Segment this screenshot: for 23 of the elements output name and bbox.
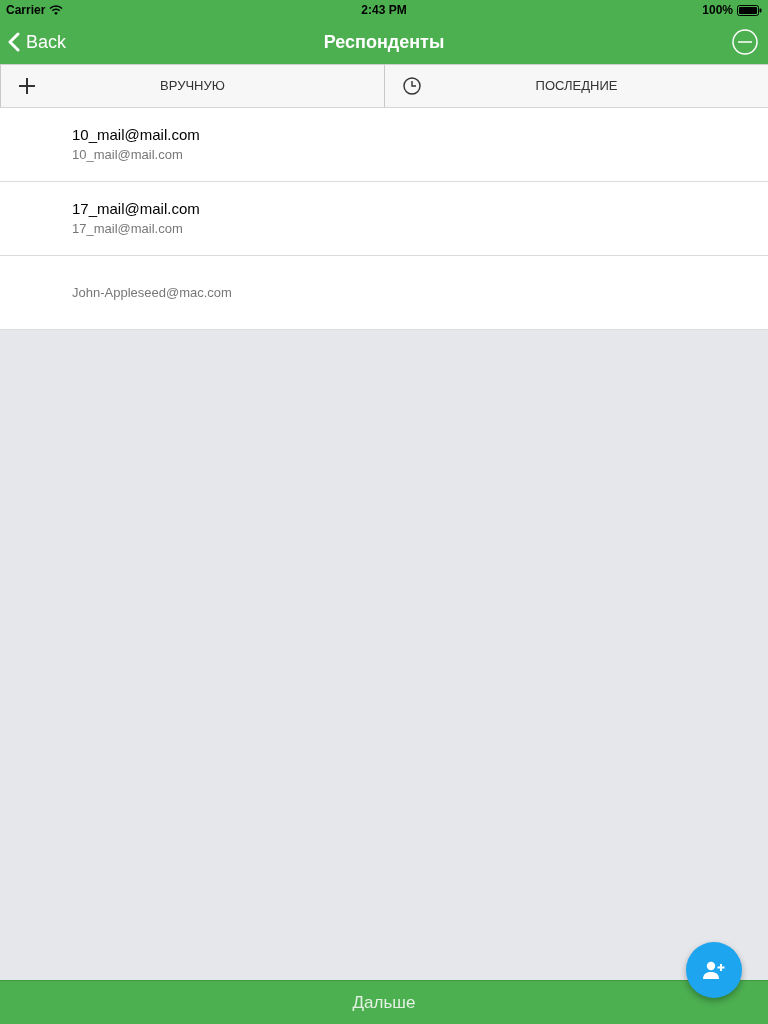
plus-icon [19,78,35,94]
respondent-row[interactable]: 17_mail@mail.com 17_mail@mail.com [0,182,768,256]
clock-icon [403,77,421,95]
wifi-icon [49,5,64,15]
minus-circle-icon [732,29,758,55]
respondent-email: 10_mail@mail.com [72,126,201,144]
remove-button[interactable] [732,29,758,55]
respondent-subtitle: John-Appleseed@mac.com [72,284,233,301]
screen-title: Респонденты [323,30,445,54]
chevron-left-icon [8,32,20,52]
battery-icon [737,4,762,16]
clock-time: 2:43 PM [361,2,407,19]
respondent-row[interactable]: 10_mail@mail.com 10_mail@mail.com [0,108,768,182]
respondent-subtitle: 10_mail@mail.com [72,147,184,163]
carrier-label: Carrier [6,2,46,19]
respondent-row[interactable]: John-Appleseed@mac.com [0,256,768,330]
respondent-subtitle: 17_mail@mail.com [72,221,184,237]
respondent-email: 17_mail@mail.com [72,200,201,218]
segment-tab[interactable]: ВРУЧНУЮ [0,65,384,107]
add-person-button[interactable] [686,942,742,998]
person-add-icon [703,961,725,979]
battery-percent: 100% [702,2,733,19]
segment-tab[interactable]: ПОСЛЕДНИЕ [384,65,768,107]
